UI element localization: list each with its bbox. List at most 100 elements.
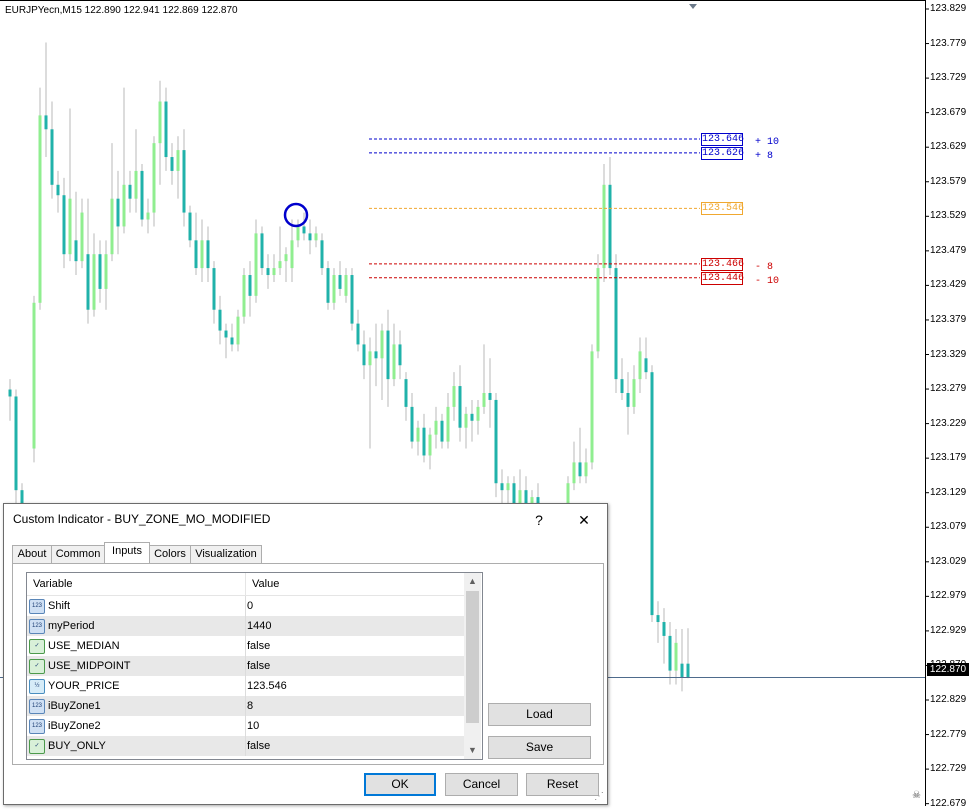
bear-candle bbox=[230, 337, 234, 345]
bear-candle bbox=[410, 406, 414, 442]
inputs-grid[interactable]: Variable Value 123 Shift 0 123 myPeriod 1440 ✓… bbox=[26, 572, 483, 760]
cancel-button[interactable]: Cancel bbox=[445, 773, 518, 796]
input-value-cell[interactable]: 8 bbox=[247, 696, 253, 716]
bear-candle bbox=[680, 663, 684, 678]
cell-divider bbox=[245, 736, 246, 756]
column-header-variable[interactable]: Variable bbox=[27, 573, 73, 595]
bear-candle bbox=[500, 483, 504, 491]
bear-candle bbox=[218, 309, 222, 331]
bull-candle bbox=[152, 143, 156, 213]
bull-candle bbox=[314, 233, 318, 241]
int-type-icon: 123 bbox=[29, 699, 45, 714]
input-value-cell[interactable]: false bbox=[247, 736, 270, 756]
bull-candle bbox=[32, 302, 36, 449]
bear-candle bbox=[578, 462, 582, 477]
zone-level-note: + 8 bbox=[755, 150, 774, 162]
tab-common[interactable]: Common bbox=[51, 545, 105, 563]
input-value-cell[interactable]: false bbox=[247, 636, 270, 656]
bull-candle bbox=[476, 406, 480, 421]
tab-colors[interactable]: Colors bbox=[149, 545, 191, 563]
bear-candle bbox=[668, 635, 672, 671]
grid-header: Variable Value bbox=[27, 573, 464, 596]
save-button[interactable]: Save bbox=[488, 736, 591, 759]
ok-button[interactable]: OK bbox=[364, 773, 436, 796]
help-button[interactable]: ? bbox=[519, 506, 559, 534]
bull-candle bbox=[158, 101, 162, 144]
price-axis-label: 123.529 bbox=[930, 210, 967, 222]
bull-candle bbox=[278, 261, 282, 269]
tab-visualization[interactable]: Visualization bbox=[190, 545, 262, 563]
custom-indicator-dialog[interactable]: Custom Indicator - BUY_ZONE_MO_MODIFIED … bbox=[3, 503, 608, 805]
bear-candle bbox=[194, 240, 198, 269]
reset-button[interactable]: Reset bbox=[526, 773, 599, 796]
input-value-cell[interactable]: 123.546 bbox=[247, 676, 287, 696]
bool-type-icon: ✓ bbox=[29, 739, 45, 754]
input-row[interactable]: 123 myPeriod 1440 bbox=[27, 616, 464, 636]
bear-candle bbox=[224, 330, 228, 338]
bear-candle bbox=[470, 413, 474, 421]
bull-candle bbox=[146, 212, 150, 220]
bull-candle bbox=[434, 420, 438, 435]
bool-type-icon: ✓ bbox=[29, 639, 45, 654]
input-row[interactable]: ✓ USE_MIDPOINT false bbox=[27, 656, 464, 676]
tab-inputs[interactable]: Inputs bbox=[104, 542, 150, 563]
bear-candle bbox=[374, 351, 378, 359]
input-row[interactable]: 123 iBuyZone1 8 bbox=[27, 696, 464, 716]
symbol-info-label: EURJPYecn,M15 122.890 122.941 122.869 12… bbox=[5, 5, 238, 16]
input-value-cell[interactable]: false bbox=[247, 656, 270, 676]
input-value-cell[interactable]: 1440 bbox=[247, 616, 271, 636]
bear-candle bbox=[350, 275, 354, 324]
bear-candle bbox=[62, 195, 66, 255]
price-axis-label: 122.929 bbox=[930, 624, 967, 636]
bull-candle bbox=[332, 275, 336, 303]
bool-type-icon: ✓ bbox=[29, 659, 45, 674]
input-variable-name: YOUR_PRICE bbox=[48, 680, 120, 692]
zone-level-note: + 10 bbox=[755, 137, 780, 148]
input-row[interactable]: 123 Shift 0 bbox=[27, 596, 464, 616]
bear-candle bbox=[404, 379, 408, 407]
price-axis-label: 123.829 bbox=[930, 3, 967, 14]
input-row[interactable]: ½ YOUR_PRICE 123.546 bbox=[27, 676, 464, 696]
bear-candle bbox=[494, 399, 498, 484]
bull-candle bbox=[428, 434, 432, 456]
scroll-thumb[interactable] bbox=[466, 591, 479, 723]
bull-candle bbox=[200, 240, 204, 269]
scroll-up-icon[interactable]: ▲ bbox=[464, 573, 481, 590]
input-variable-name: USE_MIDPOINT bbox=[48, 660, 131, 672]
bull-candle bbox=[452, 386, 456, 407]
input-value-cell[interactable]: 10 bbox=[247, 716, 259, 736]
input-variable-name: BUY_ONLY bbox=[48, 740, 106, 752]
tab-about[interactable]: About bbox=[12, 545, 52, 563]
input-row[interactable]: ✓ BUY_ONLY false bbox=[27, 736, 464, 756]
resize-grip-icon[interactable]: ⋰ bbox=[594, 791, 604, 802]
bear-candle bbox=[440, 420, 444, 442]
bear-candle bbox=[650, 372, 654, 616]
price-axis-label: 123.029 bbox=[930, 555, 967, 567]
bear-candle bbox=[488, 393, 492, 400]
grid-scrollbar[interactable]: ▲ ▼ bbox=[464, 573, 481, 759]
input-row[interactable]: 123 iBuyZone2 10 bbox=[27, 716, 464, 736]
bear-candle bbox=[626, 393, 630, 407]
load-button[interactable]: Load bbox=[488, 703, 591, 726]
close-button[interactable]: ✕ bbox=[564, 506, 604, 534]
bear-candle bbox=[212, 268, 216, 310]
bull-candle bbox=[506, 483, 510, 491]
input-value-cell[interactable]: 0 bbox=[247, 596, 253, 616]
price-axis-label: 122.779 bbox=[930, 728, 967, 740]
bull-candle bbox=[464, 413, 468, 428]
price-axis-label: 122.679 bbox=[930, 797, 967, 809]
bear-candle bbox=[302, 226, 306, 234]
zone-level-price-tag: 123.626 bbox=[701, 146, 745, 160]
bull-candle bbox=[272, 268, 276, 276]
bull-candle bbox=[638, 351, 642, 380]
price-axis-label: 123.079 bbox=[930, 521, 967, 533]
input-row[interactable]: ✓ USE_MEDIAN false bbox=[27, 636, 464, 656]
bear-candle bbox=[458, 386, 462, 428]
scroll-down-icon[interactable]: ▼ bbox=[464, 742, 481, 759]
bull-candle bbox=[122, 184, 126, 227]
bear-candle bbox=[362, 344, 366, 366]
bull-candle bbox=[392, 344, 396, 380]
column-header-value[interactable]: Value bbox=[246, 573, 279, 595]
input-variable-name: myPeriod bbox=[48, 620, 95, 632]
cell-divider bbox=[245, 596, 246, 616]
